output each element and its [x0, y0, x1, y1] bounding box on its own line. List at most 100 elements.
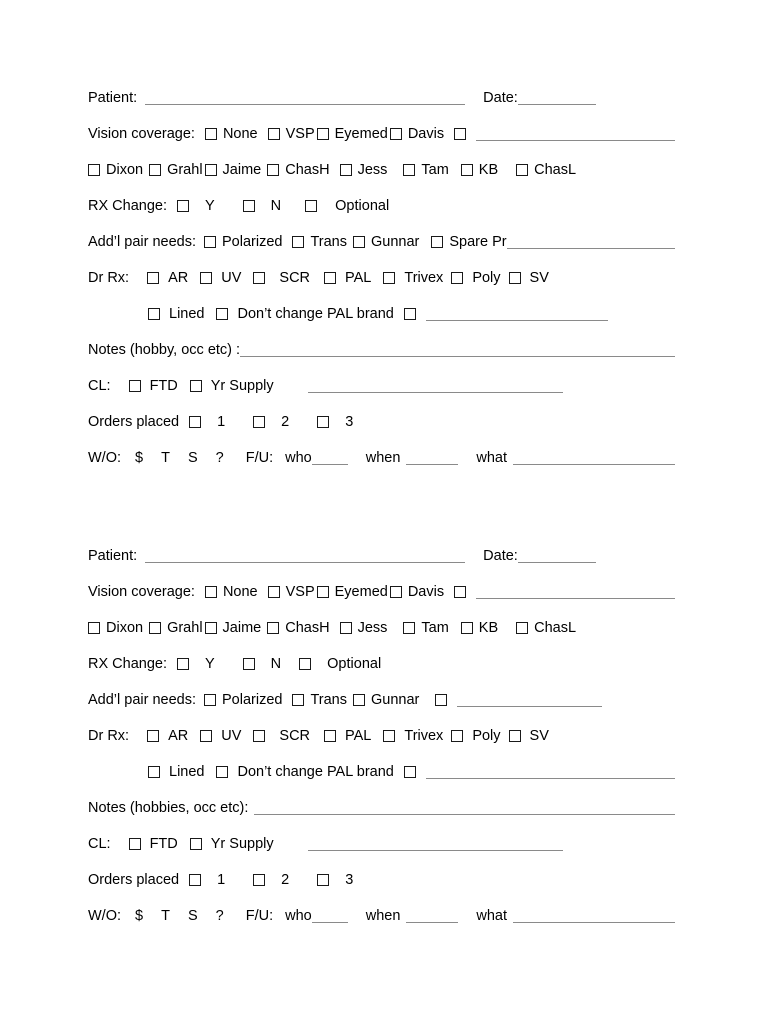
checkbox-provider-chasl-2[interactable]: [516, 622, 529, 634]
checkbox-provider-kb-2[interactable]: [460, 622, 473, 634]
checkbox-vision-vsp[interactable]: [267, 128, 280, 140]
checkbox-provider-dixon-2[interactable]: [88, 622, 100, 634]
patient-input-blank[interactable]: [145, 103, 466, 105]
cl-input-blank[interactable]: [307, 391, 563, 393]
checkbox-drrx-scr[interactable]: [253, 272, 266, 284]
addl-spare-pr-input-blank[interactable]: [506, 247, 675, 249]
followup-what-input-blank[interactable]: [513, 463, 675, 465]
work-order-mark-question-2[interactable]: ?: [216, 909, 224, 924]
checkbox-rx-change-no[interactable]: [242, 200, 255, 212]
checkbox-addl-gunnar[interactable]: [353, 236, 365, 248]
checkbox-vision-other-2[interactable]: [454, 586, 467, 598]
checkbox-provider-tam-2[interactable]: [403, 622, 416, 634]
checkbox-rx-change-yes-2[interactable]: [177, 658, 189, 670]
vision-other-input-blank[interactable]: [476, 139, 675, 141]
checkbox-drrx-sv-2[interactable]: [508, 730, 521, 742]
checkbox-lined[interactable]: [148, 308, 160, 320]
checkbox-drrx-trivex-2[interactable]: [383, 730, 396, 742]
checkbox-drrx-pal-2[interactable]: [324, 730, 337, 742]
work-order-mark-t[interactable]: T: [161, 451, 170, 466]
checkbox-provider-jaime[interactable]: [204, 164, 217, 176]
work-order-mark-s[interactable]: S: [188, 451, 198, 466]
checkbox-drrx-ar[interactable]: [147, 272, 160, 284]
checkbox-addl-other-2[interactable]: [435, 694, 448, 706]
work-order-mark-question[interactable]: ?: [216, 451, 224, 466]
checkbox-provider-chasl[interactable]: [516, 164, 529, 176]
checkbox-drrx-sv[interactable]: [508, 272, 521, 284]
checkbox-provider-jess[interactable]: [339, 164, 352, 176]
checkbox-order-3[interactable]: [317, 416, 330, 428]
vision-other-input-blank-2[interactable]: [476, 597, 675, 599]
work-order-mark-dollar-2[interactable]: $: [135, 909, 143, 924]
followup-who-input-blank[interactable]: [311, 463, 348, 465]
checkbox-cl-yr-supply-2[interactable]: [189, 838, 202, 850]
notes-input-blank-2[interactable]: [254, 813, 675, 815]
checkbox-rx-change-no-2[interactable]: [242, 658, 255, 670]
checkbox-vision-none-2[interactable]: [204, 586, 217, 598]
checkbox-provider-jess-2[interactable]: [339, 622, 352, 634]
patient-input-blank-2[interactable]: [145, 561, 466, 563]
followup-what-label-2: what: [476, 907, 508, 924]
checkbox-drrx-uv-2[interactable]: [200, 730, 213, 742]
checkbox-provider-chash-2[interactable]: [267, 622, 280, 634]
checkbox-dont-change-pal-brand[interactable]: [216, 308, 229, 320]
checkbox-vision-other[interactable]: [454, 128, 467, 140]
checkbox-vision-eyemed-2[interactable]: [316, 586, 329, 598]
checkbox-pal-brand-other-2[interactable]: [403, 766, 416, 778]
checkbox-drrx-pal[interactable]: [324, 272, 337, 284]
checkbox-vision-davis-2[interactable]: [389, 586, 402, 598]
notes-input-blank[interactable]: [240, 355, 675, 357]
checkbox-addl-trans[interactable]: [292, 236, 305, 248]
cl-input-blank-2[interactable]: [307, 849, 563, 851]
followup-what-input-blank-2[interactable]: [513, 921, 675, 923]
followup-who-input-blank-2[interactable]: [311, 921, 348, 923]
checkbox-cl-yr-supply[interactable]: [189, 380, 202, 392]
checkbox-order-1-2[interactable]: [189, 874, 202, 886]
pal-brand-other-input-blank-2[interactable]: [425, 777, 675, 779]
checkbox-drrx-trivex[interactable]: [383, 272, 396, 284]
checkbox-rx-change-optional-2[interactable]: [299, 658, 312, 670]
checkbox-order-2[interactable]: [253, 416, 266, 428]
checkbox-provider-grahl-2[interactable]: [149, 622, 162, 634]
checkbox-rx-change-optional[interactable]: [305, 200, 318, 212]
checkbox-vision-none[interactable]: [204, 128, 217, 140]
date-input-blank-2[interactable]: [517, 561, 596, 563]
checkbox-addl-trans-2[interactable]: [292, 694, 305, 706]
checkbox-order-3-2[interactable]: [317, 874, 330, 886]
checkbox-dont-change-pal-brand-2[interactable]: [216, 766, 229, 778]
checkbox-provider-kb[interactable]: [460, 164, 473, 176]
checkbox-provider-tam[interactable]: [403, 164, 416, 176]
checkbox-order-2-2[interactable]: [253, 874, 266, 886]
checkbox-addl-gunnar-2[interactable]: [353, 694, 365, 706]
checkbox-drrx-uv[interactable]: [200, 272, 213, 284]
checkbox-provider-chash[interactable]: [267, 164, 280, 176]
followup-when-input-blank-2[interactable]: [406, 921, 459, 923]
checkbox-addl-spare-pr[interactable]: [431, 236, 444, 248]
followup-label: F/U:: [245, 449, 274, 466]
checkbox-drrx-poly[interactable]: [451, 272, 464, 284]
checkbox-vision-eyemed[interactable]: [316, 128, 329, 140]
followup-when-input-blank[interactable]: [406, 463, 459, 465]
checkbox-vision-davis[interactable]: [389, 128, 402, 140]
checkbox-addl-polarized-2[interactable]: [204, 694, 217, 706]
checkbox-vision-vsp-2[interactable]: [267, 586, 280, 598]
checkbox-drrx-ar-2[interactable]: [147, 730, 160, 742]
work-order-mark-s-2[interactable]: S: [188, 909, 198, 924]
checkbox-pal-brand-other[interactable]: [403, 308, 416, 320]
checkbox-order-1[interactable]: [189, 416, 202, 428]
checkbox-provider-jaime-2[interactable]: [204, 622, 217, 634]
checkbox-rx-change-yes[interactable]: [177, 200, 189, 212]
checkbox-provider-grahl[interactable]: [149, 164, 162, 176]
work-order-mark-t-2[interactable]: T: [161, 909, 170, 924]
checkbox-lined-2[interactable]: [148, 766, 160, 778]
checkbox-provider-dixon[interactable]: [88, 164, 100, 176]
checkbox-cl-ftd[interactable]: [128, 380, 141, 392]
checkbox-addl-polarized[interactable]: [204, 236, 217, 248]
work-order-mark-dollar[interactable]: $: [135, 451, 143, 466]
checkbox-cl-ftd-2[interactable]: [128, 838, 141, 850]
pal-brand-other-input-blank[interactable]: [425, 319, 608, 321]
date-input-blank[interactable]: [517, 103, 596, 105]
checkbox-drrx-poly-2[interactable]: [451, 730, 464, 742]
checkbox-drrx-scr-2[interactable]: [253, 730, 266, 742]
addl-other-input-blank-2[interactable]: [457, 705, 603, 707]
